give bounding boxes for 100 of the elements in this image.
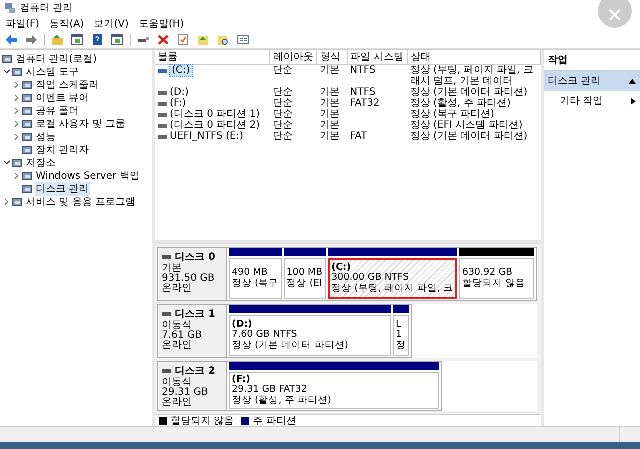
tree-item[interactable]: 저장소 bbox=[25, 156, 57, 170]
console-window-icon[interactable] bbox=[109, 32, 126, 48]
partition-name: (F:) bbox=[232, 374, 252, 385]
disk-name: 디스크 1 bbox=[175, 308, 216, 320]
table-cell: 정상 (EFI 시스템 파티션) bbox=[410, 120, 523, 131]
tree-node-icon bbox=[22, 132, 33, 142]
tree-item[interactable]: Windows Server 백업 bbox=[35, 168, 141, 182]
volume-name[interactable]: (C:) bbox=[170, 65, 192, 76]
table-cell: 기본 bbox=[320, 120, 340, 131]
partition[interactable]: (D:) 7.60 GB NTFS 정상 (기본 데이터 파티션) bbox=[229, 315, 391, 356]
table-cell: 단순 bbox=[272, 98, 293, 109]
menu-item[interactable]: 파일(F) bbox=[6, 16, 40, 30]
disk-status: 온라인 bbox=[162, 341, 193, 351]
partition-text: 정상 (복구 bbox=[232, 278, 279, 289]
tree-item[interactable]: 장치 관리자 bbox=[35, 142, 90, 156]
table-cell: 기본 bbox=[320, 65, 340, 76]
table-cell: 정상 (부팅, 페이지 파일, 크래시 덤프, 기본 데이터 bbox=[410, 65, 534, 87]
table-cell: NTFS bbox=[350, 65, 376, 76]
partition[interactable]: (C:) 300.00 GB NTFS 정상 (부팅, 페이지 파일, 크 bbox=[328, 258, 458, 299]
column-header[interactable]: 상태 bbox=[407, 50, 540, 64]
partition-text: 7.60 GB NTFS bbox=[232, 330, 298, 340]
console-tree-icon[interactable] bbox=[69, 32, 86, 48]
table-cell: FAT32 bbox=[350, 98, 380, 109]
table-cell: 단순 bbox=[272, 131, 293, 142]
tree-item[interactable]: 작업 스케줄러 bbox=[35, 78, 100, 92]
table-cell: 단순 bbox=[272, 120, 293, 131]
disk-status: 온라인 bbox=[162, 284, 193, 294]
partition-text: 정상 (부팅, 페이지 파일, 크 bbox=[332, 284, 454, 294]
menu-item[interactable]: 보기(V) bbox=[94, 16, 129, 30]
tree-node-icon bbox=[2, 54, 13, 64]
disk-name: 디스크 0 bbox=[175, 251, 216, 264]
volume-name[interactable]: UEFI_NTFS (E:) bbox=[170, 131, 244, 142]
action-item[interactable]: 기타 작업 bbox=[544, 91, 640, 111]
partition-text: 정상 (기본 데이터 파티션) bbox=[232, 340, 350, 352]
window-title: 컴퓨터 관리 bbox=[20, 2, 74, 15]
menu-item[interactable]: 도움말(H) bbox=[138, 16, 184, 30]
tree-item[interactable]: 이벤트 뷰어 bbox=[35, 90, 90, 104]
partition[interactable]: L 1 정 bbox=[393, 315, 409, 356]
tree-item[interactable]: 성능 bbox=[35, 130, 57, 144]
disk-size: 931.50 GB bbox=[162, 274, 216, 284]
app-icon bbox=[4, 2, 16, 14]
column-header[interactable]: 파일 시스템 bbox=[347, 50, 408, 64]
table-cell: 기본 bbox=[320, 98, 340, 109]
tree-node-icon bbox=[22, 106, 33, 116]
submenu-arrow-icon bbox=[631, 98, 636, 104]
actions-section[interactable]: 디스크 관리 bbox=[544, 71, 640, 91]
tree-node-icon bbox=[22, 92, 33, 102]
tree-item[interactable]: 서비스 및 응용 프로그램 bbox=[25, 194, 137, 208]
table-cell: 단순 bbox=[272, 109, 293, 120]
partition-text: 29.31 GB FAT32 bbox=[232, 385, 308, 396]
partition-text: 490 MB bbox=[232, 268, 269, 278]
tree-item[interactable]: 컴퓨터 관리(로컬) bbox=[15, 52, 98, 66]
tree-node-icon bbox=[12, 158, 23, 168]
partition-text: 정상 (EI bbox=[286, 278, 323, 289]
collapse-arrow-icon[interactable] bbox=[629, 78, 636, 84]
volume-name[interactable]: (F:) bbox=[170, 98, 186, 109]
disk-name: 디스크 2 bbox=[175, 365, 216, 378]
disk-type: 이동식 bbox=[162, 321, 192, 331]
partition-text: 300.00 GB NTFS bbox=[332, 273, 410, 284]
partition[interactable]: (F:) 29.31 GB FAT32 정상 (활성, 주 파티션) bbox=[229, 372, 439, 409]
volume-name[interactable]: (D:) bbox=[170, 87, 189, 98]
partition[interactable]: 630.92 GB 할당되지 않음 bbox=[459, 258, 534, 299]
volume-name[interactable]: (디스크 0 파티션 1) bbox=[170, 109, 260, 120]
table-cell: 단순 bbox=[272, 87, 293, 98]
partition[interactable]: 490 MB 정상 (복구 bbox=[229, 258, 282, 299]
partition-text: 100 MB bbox=[286, 268, 323, 278]
tree-node-icon bbox=[22, 80, 33, 90]
disk-status: 온라인 bbox=[162, 398, 193, 408]
table-cell: 기본 bbox=[320, 87, 340, 98]
table-cell: 단순 bbox=[272, 65, 293, 76]
tree-item[interactable]: 로컬 사용자 및 그룹 bbox=[35, 116, 127, 130]
table-cell: 정상 (활성, 주 파티션) bbox=[410, 98, 511, 109]
partition-text: L bbox=[396, 320, 402, 330]
table-cell: 정상 (복구 파티션) bbox=[410, 109, 495, 120]
tree-item[interactable]: 디스크 관리 bbox=[35, 182, 90, 196]
tree-node-icon bbox=[12, 196, 23, 206]
partition-text: 정상 (활성, 주 파티션) bbox=[232, 396, 332, 406]
legend-label: 주 파티션 bbox=[253, 414, 296, 426]
table-cell: 기본 bbox=[320, 131, 340, 142]
disk-type: 이동식 bbox=[162, 378, 193, 388]
tree-node-icon bbox=[22, 170, 33, 180]
partition-name: (D:) bbox=[232, 320, 254, 330]
partition-text: 1 bbox=[396, 330, 404, 340]
column-header[interactable]: 형식 bbox=[316, 50, 348, 64]
tree-item[interactable]: 공유 폴더 bbox=[35, 104, 80, 118]
menu-item[interactable]: 동작(A) bbox=[50, 16, 84, 30]
tree-node-icon bbox=[22, 184, 33, 194]
tree-node-icon bbox=[12, 66, 23, 76]
partition-text: 630.92 GB bbox=[462, 268, 514, 278]
volume-name[interactable]: (디스크 0 파티션 2) bbox=[170, 120, 260, 131]
tree-node-icon bbox=[22, 118, 33, 128]
disk-size: 29.31 GB bbox=[162, 388, 210, 398]
partition-name: (C:) bbox=[332, 262, 352, 273]
tree-item[interactable]: 시스템 도구 bbox=[25, 64, 80, 78]
table-cell: 기본 bbox=[320, 109, 340, 120]
partition[interactable]: 100 MB 정상 (EI bbox=[284, 258, 326, 299]
disk-size: 7.61 GB bbox=[162, 331, 204, 341]
partition-text: 정 bbox=[396, 340, 406, 352]
legend-label: 할당되지 않음 bbox=[171, 414, 234, 426]
column-header[interactable]: 레이아웃 bbox=[270, 50, 317, 64]
